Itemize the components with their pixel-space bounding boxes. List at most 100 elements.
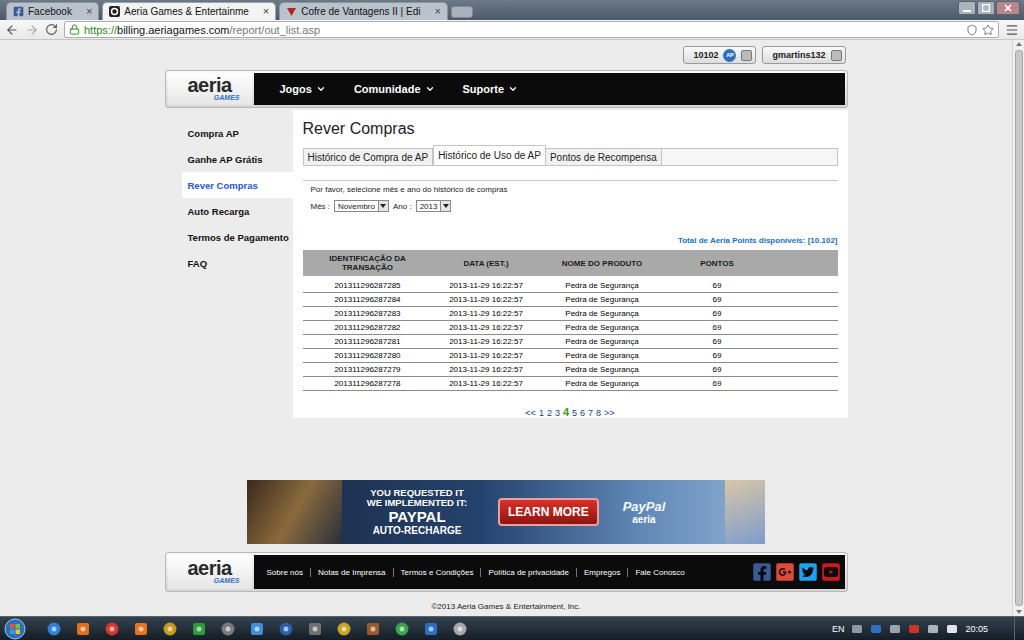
taskbar-app-icon[interactable] <box>278 621 294 637</box>
footer-link[interactable]: Termos e Condições <box>393 568 481 577</box>
taskbar-app-icon[interactable] <box>423 621 439 637</box>
banner-heroine-image <box>725 480 765 544</box>
back-icon[interactable] <box>5 23 19 37</box>
next-pages-link[interactable]: >> <box>604 408 615 418</box>
taskbar-app-icon[interactable] <box>75 621 91 637</box>
facebook-icon[interactable] <box>752 562 772 582</box>
taskbar-app-icon[interactable] <box>46 621 62 637</box>
tab-close-button[interactable]: × <box>263 6 269 17</box>
page-link[interactable]: 1 <box>539 408 544 418</box>
taskbar-app-icon[interactable] <box>336 621 352 637</box>
bookmark-star-icon[interactable] <box>982 24 994 36</box>
page-link[interactable]: 7 <box>588 408 593 418</box>
aeria-logo[interactable]: aeriaGAMES <box>168 73 252 105</box>
page-link[interactable]: 3 <box>555 408 560 418</box>
nav-item[interactable]: Jogos <box>280 83 326 95</box>
forward-icon[interactable] <box>25 23 39 37</box>
date-filter: Mês :NovembroAno :2013 <box>303 200 838 212</box>
sidebar-item[interactable]: FAQ <box>182 250 293 276</box>
points-box[interactable]: 10102AP <box>683 46 756 64</box>
browser-tab[interactable]: Facebook× <box>6 2 99 20</box>
google-plus-icon[interactable] <box>775 562 795 582</box>
page-link[interactable]: 2 <box>547 408 552 418</box>
twitter-icon[interactable] <box>798 562 818 582</box>
sidebar-item[interactable]: Compra AP <box>182 120 293 146</box>
taskbar-app-icon[interactable] <box>249 621 265 637</box>
page-link[interactable]: 8 <box>596 408 601 418</box>
user-box[interactable]: gmartins132 <box>762 46 845 64</box>
page-link[interactable]: 5 <box>572 408 577 418</box>
taskbar-app-icon[interactable] <box>220 621 236 637</box>
scroll-down-icon[interactable] <box>1015 608 1023 616</box>
table-cell: 69 <box>665 351 770 360</box>
sidebar-item[interactable]: Rever Compras <box>182 172 293 198</box>
table-cell: 69 <box>665 295 770 304</box>
footer-link[interactable]: Sobre nós <box>260 568 310 577</box>
sidebar-item[interactable]: Termos de Pagamento <box>182 224 293 250</box>
clock[interactable]: 20:05 <box>965 624 1004 634</box>
taskbar-app-icon[interactable] <box>191 621 207 637</box>
nav-item[interactable]: Comunidade <box>354 83 435 95</box>
maximize-button[interactable] <box>977 1 995 15</box>
taskbar-app-icon[interactable] <box>307 621 323 637</box>
page-link[interactable]: 6 <box>580 408 585 418</box>
tray-icon[interactable] <box>889 623 901 635</box>
user-dropdown-button[interactable] <box>831 50 842 61</box>
footer-link[interactable]: Notas de Imprensa <box>310 568 393 577</box>
page-link[interactable]: 4 <box>563 406 569 418</box>
sidebar-item[interactable]: Ganhe AP Grátis <box>182 146 293 172</box>
year-select[interactable]: 2013 <box>416 200 452 212</box>
history-tab[interactable]: Histórico de Uso de AP <box>433 145 546 165</box>
aeria-logo[interactable]: aeriaGAMES <box>168 555 252 589</box>
table-row: 2013112962872782013-11-29 16:22:57Pedra … <box>303 377 838 391</box>
sidebar-item[interactable]: Auto Recarga <box>182 198 293 224</box>
scrollbar[interactable] <box>1012 40 1024 616</box>
address-bar[interactable]: https://billing.aeriagames.com/report/ou… <box>64 21 999 38</box>
taskbar-app-icon[interactable] <box>133 621 149 637</box>
scroll-thumb[interactable] <box>1015 50 1023 606</box>
taskbar-app-icon[interactable] <box>162 621 178 637</box>
show-desktop-button[interactable] <box>1014 617 1024 640</box>
tab-close-button[interactable]: × <box>434 6 440 17</box>
scroll-up-icon[interactable] <box>1015 40 1023 48</box>
taskbar-app-icon[interactable] <box>452 621 468 637</box>
start-button-icon[interactable] <box>4 618 26 640</box>
tray-icon[interactable] <box>908 623 920 635</box>
history-tab[interactable]: Pontos de Recompensa <box>546 149 662 165</box>
dropdown-arrow-icon <box>380 204 386 208</box>
tray-icon[interactable] <box>927 623 939 635</box>
shield-icon[interactable] <box>966 24 978 36</box>
reload-icon[interactable] <box>45 23 58 36</box>
previous-pages-link[interactable]: << <box>525 408 536 418</box>
tray-icon[interactable] <box>851 623 863 635</box>
table-row: 2013112962872802013-11-29 16:22:57Pedra … <box>303 349 838 363</box>
minimize-button[interactable] <box>958 1 976 15</box>
pagination: <<12345678>> <box>303 406 838 418</box>
month-select[interactable]: Novembro <box>334 200 389 212</box>
language-indicator[interactable]: EN <box>832 624 845 634</box>
menu-icon[interactable] <box>1005 23 1019 37</box>
points-dropdown-button[interactable] <box>741 50 752 61</box>
youtube-icon[interactable] <box>821 562 841 582</box>
banner-text: YOU REQUESTED ITWE IMPLEMENTED IT:PAYPAL… <box>342 488 492 536</box>
footer-link[interactable]: Política de privacidade <box>480 568 576 577</box>
taskbar-app-icon[interactable] <box>104 621 120 637</box>
taskbar-app-icon[interactable] <box>394 621 410 637</box>
close-button[interactable] <box>996 1 1020 15</box>
nav-item[interactable]: Suporte <box>463 83 519 95</box>
tray-icon[interactable] <box>946 623 958 635</box>
paypal-banner[interactable]: YOU REQUESTED ITWE IMPLEMENTED IT:PAYPAL… <box>247 480 765 544</box>
tab-close-button[interactable]: × <box>86 6 92 17</box>
system-tray: EN 20:05 <box>832 623 1008 635</box>
history-tab[interactable]: Histórico de Compra de AP <box>304 149 434 165</box>
footer-link[interactable]: Fale Conosco <box>627 568 691 577</box>
tray-icon[interactable] <box>870 623 882 635</box>
main-panel: Rever ComprasHistórico de Compra de APHi… <box>293 110 848 418</box>
browser-tab[interactable]: Aeria Games & Entertainme× <box>102 2 276 20</box>
footer-link[interactable]: Empregos <box>576 568 627 577</box>
title-bar: Facebook×Aeria Games & Entertainme×Cofre… <box>0 0 1024 20</box>
new-tab-button[interactable] <box>451 6 473 18</box>
taskbar-app-icon[interactable] <box>365 621 381 637</box>
browser-tab[interactable]: Cofre de Vantagens II | Edi× <box>279 2 448 20</box>
learn-more-button[interactable]: LEARN MORE <box>498 498 599 526</box>
